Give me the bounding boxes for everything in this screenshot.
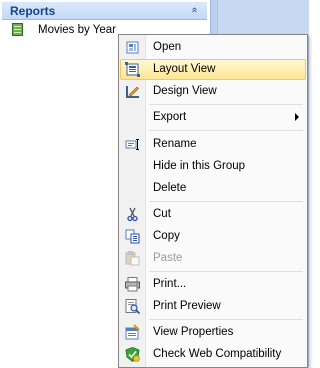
report-icon <box>12 23 23 36</box>
menu-item-label: Open <box>153 41 182 53</box>
menu-item-label: Print Preview <box>153 300 221 312</box>
menu-item-hide-in-group[interactable]: Hide in this Group <box>121 156 305 177</box>
layout-view-icon <box>125 62 140 77</box>
menu-separator <box>149 130 303 131</box>
submenu-arrow-icon <box>295 113 299 121</box>
menu-item-design-view[interactable]: Design View <box>121 81 305 102</box>
reports-group-header[interactable]: Reports « <box>2 2 207 20</box>
menu-separator <box>149 201 303 202</box>
nav-item-label: Movies by Year <box>38 24 116 36</box>
design-view-icon <box>126 86 139 98</box>
menu-item-label: Rename <box>153 138 197 150</box>
rename-icon <box>125 139 139 150</box>
menu-item-check-web-compatibility[interactable]: Check Web Compatibility <box>121 344 305 365</box>
view-properties-icon <box>125 324 140 340</box>
menu-item-delete[interactable]: Delete <box>121 178 305 199</box>
menu-item-label: Paste <box>153 252 183 264</box>
menu-item-label: Hide in this Group <box>153 160 246 172</box>
menu-item-print[interactable]: Print... <box>121 274 305 295</box>
menu-item-view-properties[interactable]: View Properties <box>121 322 305 343</box>
menu-item-label: Cut <box>153 208 171 220</box>
collapse-chevron-icon[interactable]: « <box>187 3 201 17</box>
menu-item-label: Copy <box>153 230 180 242</box>
menu-item-label: Layout View <box>153 63 216 75</box>
open-icon <box>126 41 139 54</box>
menu-separator <box>149 319 303 320</box>
menu-item-layout-view[interactable]: Layout View <box>120 59 306 80</box>
menu-item-label: Print... <box>153 278 187 290</box>
menu-separator <box>149 271 303 272</box>
context-menu: Open Layout View Design View Export Rena… <box>118 34 308 368</box>
copy-icon <box>125 229 140 244</box>
menu-item-open[interactable]: Open <box>121 37 305 58</box>
menu-item-copy[interactable]: Copy <box>121 226 305 247</box>
menu-item-print-preview[interactable]: Print Preview <box>121 296 305 317</box>
menu-item-label: Export <box>153 111 187 123</box>
paste-icon <box>125 251 140 266</box>
menu-separator <box>149 104 303 105</box>
cut-icon <box>127 207 138 222</box>
menu-item-cut[interactable]: Cut <box>121 204 305 225</box>
menu-item-label: Delete <box>153 182 187 194</box>
menu-item-label: View Properties <box>153 326 234 338</box>
check-web-compat-icon <box>125 347 140 363</box>
menu-item-paste[interactable]: Paste <box>121 248 305 269</box>
group-title: Reports <box>10 4 56 18</box>
menu-item-rename[interactable]: Rename <box>121 134 305 155</box>
menu-item-export[interactable]: Export <box>121 107 305 128</box>
print-preview-icon <box>125 299 141 315</box>
menu-item-label: Check Web Compatibility <box>153 348 282 360</box>
print-icon <box>125 277 140 292</box>
menu-item-label: Design View <box>153 85 217 97</box>
